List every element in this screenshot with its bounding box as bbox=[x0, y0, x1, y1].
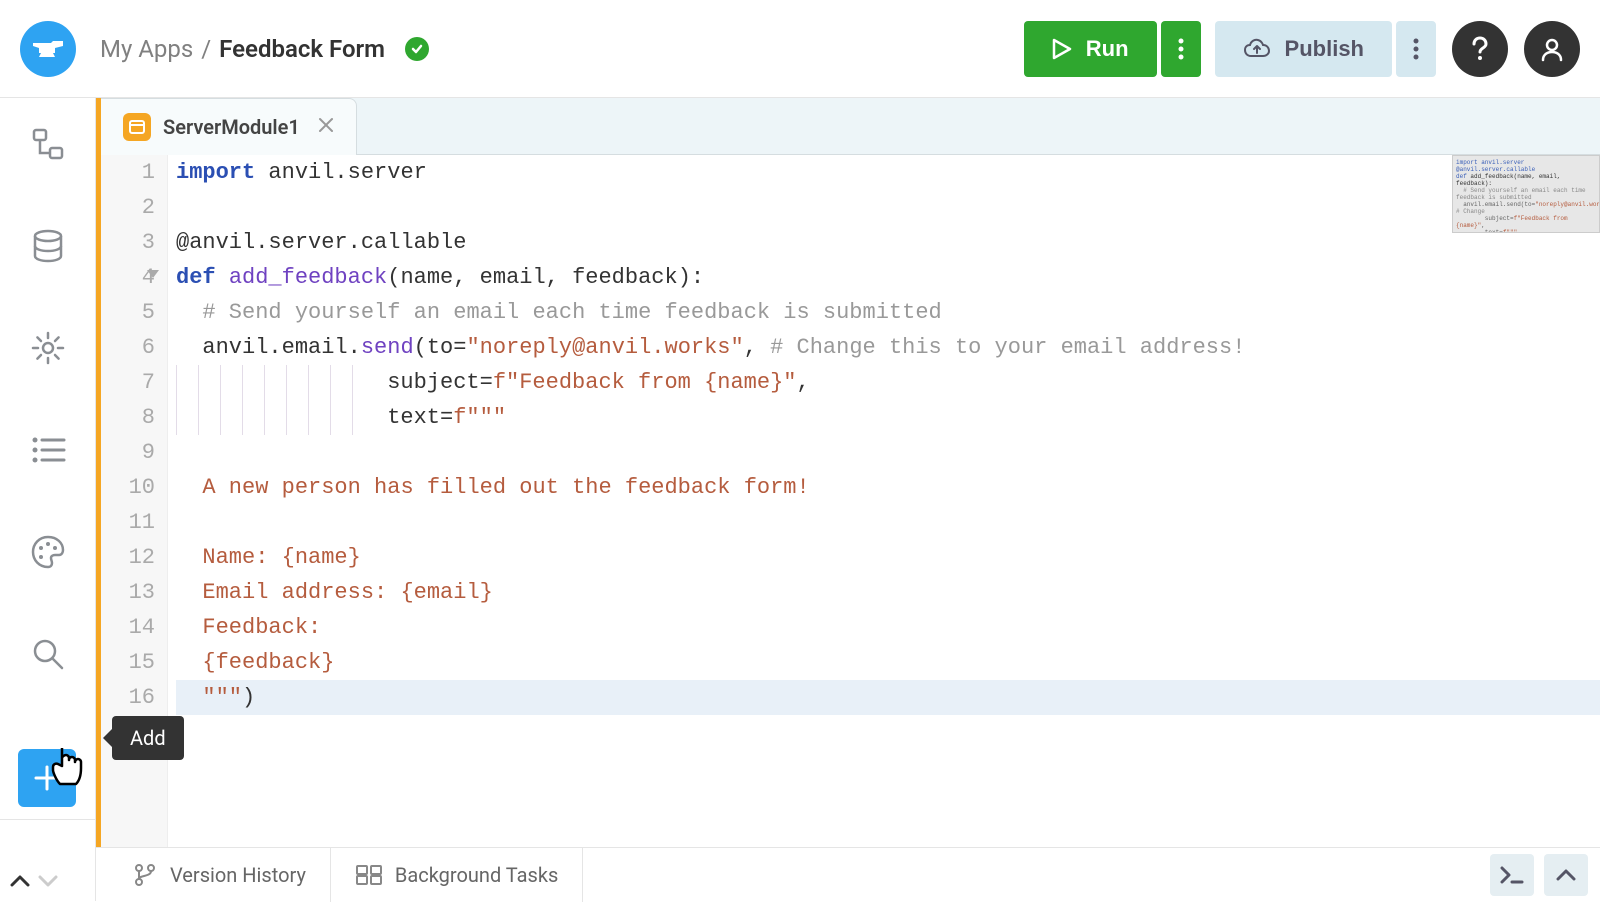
code-line[interactable]: """) bbox=[176, 680, 1600, 715]
sidebar-logs[interactable] bbox=[28, 430, 68, 470]
version-history-tab[interactable]: Version History bbox=[108, 848, 331, 902]
tasks-icon bbox=[355, 864, 383, 886]
code-line[interactable]: @anvil.server.callable bbox=[176, 225, 1600, 260]
code-area[interactable]: import anvil.server @anvil.server.callabl… bbox=[168, 155, 1600, 847]
code-editor[interactable]: 12345678910111213141516 import anvil.ser… bbox=[96, 155, 1600, 847]
console-button[interactable] bbox=[1490, 854, 1534, 896]
code-line[interactable]: A new person has filled out the feedback… bbox=[176, 470, 1600, 505]
run-label: Run bbox=[1086, 36, 1129, 62]
expand-panel-button[interactable] bbox=[1544, 854, 1588, 896]
code-line[interactable]: text=f""" bbox=[176, 400, 1600, 435]
user-icon bbox=[1539, 36, 1565, 62]
run-button[interactable]: Run bbox=[1024, 21, 1157, 77]
code-line[interactable] bbox=[176, 435, 1600, 470]
code-line[interactable]: anvil.email.send(to="noreply@anvil.works… bbox=[176, 330, 1600, 365]
account-button[interactable] bbox=[1524, 21, 1580, 77]
server-module-icon bbox=[123, 113, 151, 141]
code-line[interactable]: Feedback: bbox=[176, 610, 1600, 645]
nav-down[interactable] bbox=[34, 867, 62, 895]
question-icon bbox=[1471, 36, 1489, 62]
code-line[interactable]: subject=f"Feedback from {name}", bbox=[176, 365, 1600, 400]
minimap[interactable]: import anvil.server @anvil.server.callab… bbox=[1452, 155, 1600, 233]
breadcrumb-app-name[interactable]: Feedback Form bbox=[219, 35, 385, 63]
git-branch-icon bbox=[132, 862, 158, 888]
add-button[interactable] bbox=[18, 749, 76, 807]
gear-icon bbox=[30, 330, 66, 366]
nav-chevrons bbox=[0, 819, 96, 901]
search-icon bbox=[31, 637, 65, 671]
code-line[interactable] bbox=[176, 505, 1600, 540]
terminal-icon bbox=[1500, 866, 1524, 884]
sidebar-app-browser[interactable] bbox=[28, 124, 68, 164]
code-line[interactable] bbox=[176, 190, 1600, 225]
help-button[interactable] bbox=[1452, 21, 1508, 77]
code-line[interactable]: Name: {name} bbox=[176, 540, 1600, 575]
code-line[interactable]: # Send yourself an email each time feedb… bbox=[176, 295, 1600, 330]
code-line[interactable]: def add_feedback(name, email, feedback): bbox=[176, 260, 1600, 295]
tab-servermodule1[interactable]: ServerModule1 bbox=[101, 98, 357, 155]
code-line[interactable]: {feedback} bbox=[176, 645, 1600, 680]
sidebar-theme[interactable] bbox=[28, 532, 68, 572]
database-icon bbox=[31, 229, 65, 263]
more-vertical-icon bbox=[1413, 38, 1419, 60]
breadcrumb-separator: / bbox=[201, 35, 211, 63]
check-icon bbox=[410, 42, 424, 56]
tab-close[interactable] bbox=[318, 114, 334, 139]
left-sidebar bbox=[0, 98, 96, 819]
sidebar-data[interactable] bbox=[28, 226, 68, 266]
publish-more-button[interactable] bbox=[1396, 21, 1436, 77]
saved-check-badge bbox=[405, 37, 429, 61]
add-tooltip: Add bbox=[112, 716, 184, 760]
close-icon bbox=[318, 117, 334, 133]
version-history-label: Version History bbox=[170, 863, 306, 887]
anvil-logo[interactable] bbox=[20, 21, 76, 77]
run-more-button[interactable] bbox=[1161, 21, 1201, 77]
sidebar-settings[interactable] bbox=[28, 328, 68, 368]
tab-label: ServerModule1 bbox=[163, 115, 300, 139]
code-line[interactable]: import anvil.server bbox=[176, 155, 1600, 190]
breadcrumb-parent[interactable]: My Apps bbox=[100, 35, 193, 63]
tab-bar: ServerModule1 bbox=[96, 98, 1600, 155]
list-icon bbox=[30, 435, 66, 465]
code-line[interactable]: Email address: {email} bbox=[176, 575, 1600, 610]
palette-icon bbox=[30, 534, 66, 570]
breadcrumb: My Apps / Feedback Form bbox=[100, 35, 429, 63]
publish-label: Publish bbox=[1285, 36, 1364, 62]
background-tasks-label: Background Tasks bbox=[395, 863, 558, 887]
sidebar-search[interactable] bbox=[28, 634, 68, 674]
nav-up[interactable] bbox=[6, 867, 34, 895]
chevron-up-icon bbox=[1556, 869, 1576, 881]
anvil-icon bbox=[31, 39, 65, 59]
cloud-upload-icon bbox=[1243, 38, 1271, 60]
publish-button[interactable]: Publish bbox=[1215, 21, 1392, 77]
tree-icon bbox=[30, 126, 66, 162]
bottom-bar: Version History Background Tasks bbox=[96, 847, 1600, 901]
play-icon bbox=[1052, 38, 1072, 60]
more-vertical-icon bbox=[1178, 38, 1184, 60]
background-tasks-tab[interactable]: Background Tasks bbox=[331, 848, 583, 902]
top-bar: My Apps / Feedback Form Run Publish bbox=[0, 0, 1600, 98]
tooltip-text: Add bbox=[130, 726, 166, 750]
plus-icon bbox=[32, 763, 62, 793]
